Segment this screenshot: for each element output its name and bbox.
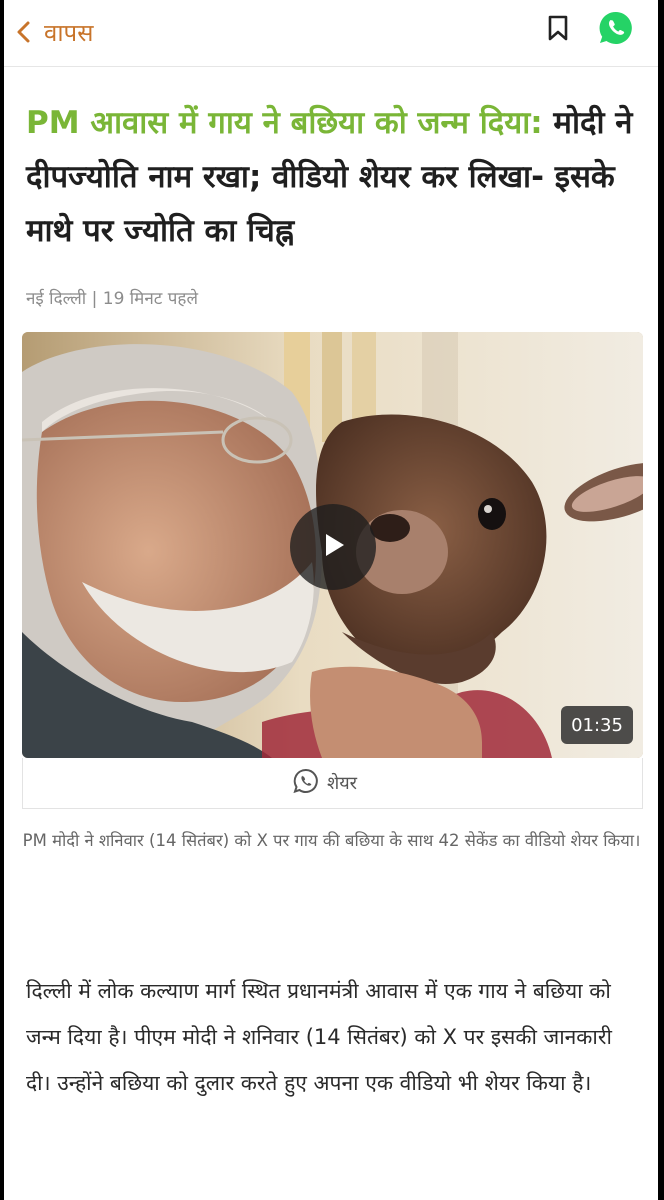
article-meta: नई दिल्ली | 19 मिनट पहले	[26, 289, 198, 309]
share-bar: शेयर	[22, 758, 643, 809]
whatsapp-share-button[interactable]	[596, 10, 636, 50]
video-caption: PM मोदी ने शनिवार (14 सितंबर) को X पर गा…	[22, 831, 641, 850]
headline-highlight: PM आवास में गाय ने बछिया को जन्म दिया:	[26, 105, 543, 141]
article-headline: PM आवास में गाय ने बछिया को जन्म दिया: म…	[26, 96, 642, 258]
back-button[interactable]: वापस	[12, 10, 93, 54]
share-label: शेयर	[327, 773, 358, 794]
back-label: वापस	[44, 18, 94, 47]
play-button[interactable]	[290, 504, 376, 590]
video-duration-badge: 01:35	[561, 706, 633, 744]
share-button[interactable]: शेयर	[293, 768, 357, 798]
whatsapp-icon	[598, 10, 634, 50]
bookmark-icon	[547, 15, 569, 45]
article-body-paragraph: दिल्ली में लोक कल्याण मार्ग स्थित प्रधान…	[26, 979, 612, 1095]
bookmark-button[interactable]	[542, 14, 574, 46]
video-player[interactable]: 01:35	[22, 332, 643, 758]
article-screen: वापस PM आवास में गाय ने बछिया को जन्म दि…	[4, 0, 658, 1200]
whatsapp-outline-icon	[293, 768, 319, 798]
top-bar: वापस	[4, 0, 658, 67]
play-icon	[318, 530, 348, 564]
chevron-left-icon	[12, 20, 36, 44]
